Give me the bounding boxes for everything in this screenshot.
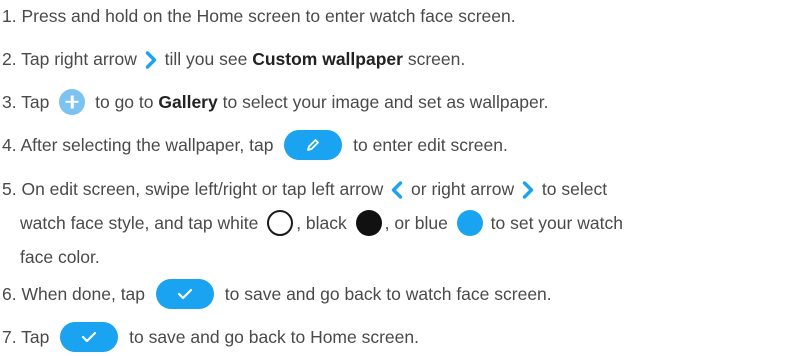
step-text: to save and go back to watch face screen… — [224, 284, 552, 304]
step-5-line-2: watch face style, and tap white , black … — [2, 206, 623, 240]
step-text: face color. — [20, 247, 100, 267]
step-6: 6. When done, tap to save and go back to… — [2, 278, 552, 309]
gallery-label: Gallery — [158, 92, 218, 112]
step-text: 7. Tap — [2, 327, 50, 347]
chevron-right-icon — [145, 51, 157, 70]
step-text: screen. — [407, 49, 466, 69]
step-text: or right arrow — [411, 179, 515, 199]
step-5-line-3: face color. — [2, 240, 623, 274]
custom-wallpaper-label: Custom wallpaper — [252, 49, 403, 69]
white-circle-icon — [267, 209, 294, 236]
step-5-line-1: 5. On edit screen, swipe left/right or t… — [2, 172, 623, 206]
step-1: 1. Press and hold on the Home screen to … — [2, 2, 516, 30]
step-text: 1. Press and hold on the Home screen to … — [2, 6, 516, 26]
chevron-right-icon — [522, 181, 534, 200]
step-text: 5. On edit screen, swipe left/right or t… — [2, 179, 384, 199]
step-text: watch face style, and tap white — [20, 213, 259, 233]
checkmark-icon — [60, 321, 119, 352]
instructions-list: 1. Press and hold on the Home screen to … — [0, 0, 804, 356]
step-text: , black — [296, 213, 347, 233]
plus-icon — [59, 88, 86, 115]
step-2: 2. Tap right arrow till you see Custom w… — [2, 45, 465, 73]
step-text: to set your watch — [490, 213, 623, 233]
step-text: to select — [541, 179, 608, 199]
step-text: to select your image and set as wallpape… — [222, 92, 549, 112]
step-text: , or blue — [384, 213, 448, 233]
step-text: 2. Tap right arrow — [2, 49, 137, 69]
step-3: 3. Tap to go to Gallery to select your i… — [2, 88, 549, 116]
edit-pencil-icon — [284, 129, 343, 160]
step-text: 3. Tap — [2, 92, 50, 112]
checkmark-icon — [155, 278, 214, 309]
black-circle-icon — [355, 209, 382, 236]
step-text: to save and go back to Home screen. — [129, 327, 419, 347]
step-4: 4. After selecting the wallpaper, tap to… — [2, 129, 508, 160]
blue-circle-icon — [456, 209, 483, 236]
step-text: to go to — [95, 92, 154, 112]
step-text: 4. After selecting the wallpaper, tap — [2, 135, 274, 155]
step-7: 7. Tap to save and go back to Home scree… — [2, 321, 419, 352]
step-text: to enter edit screen. — [353, 135, 508, 155]
step-text: till you see — [164, 49, 248, 69]
step-5: 5. On edit screen, swipe left/right or t… — [2, 172, 623, 274]
chevron-left-icon — [391, 181, 403, 200]
step-text: 6. When done, tap — [2, 284, 146, 304]
